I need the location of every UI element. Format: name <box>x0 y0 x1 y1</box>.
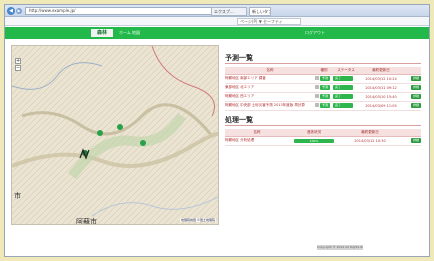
app-header: 森林 ホーム 地図 ログアウト <box>5 27 429 39</box>
row-date: 2014/03/11 09:12 <box>359 83 403 93</box>
marker-icon <box>315 85 319 89</box>
detail-button[interactable]: 詳細 <box>410 138 421 143</box>
map-marker[interactable] <box>117 124 123 130</box>
address-bar[interactable]: http://www.example.jp/ <box>25 7 215 15</box>
row-date: 2014/03/12 10:24 <box>359 74 403 84</box>
browser-menubar: ファイル(F) 編集(E) 表示(V) お気に入り(A) ツール(T) ヘルプ(… <box>5 17 429 33</box>
nav-home[interactable]: ホーム <box>119 27 131 39</box>
row-name: 阿蘇地区 分析処理 <box>225 136 289 146</box>
row-action: 詳細 <box>403 101 421 111</box>
map-terrain <box>12 46 218 224</box>
row-name: 阿蘇地区 南部エリア 調査 <box>225 74 315 84</box>
table-row[interactable]: 阿蘇地区 西エリア 予測 完了 2014/03/10 15:40 詳細 <box>225 92 421 102</box>
row-status: 完了 <box>333 101 359 111</box>
zoom-in-icon[interactable]: + <box>15 58 21 64</box>
map-place-label: 市 <box>14 192 21 200</box>
row-date: 2014/03/10 15:40 <box>359 92 403 102</box>
zoom-out-icon[interactable]: − <box>15 65 21 71</box>
column-header: ステータス <box>333 67 359 75</box>
table-row[interactable]: 東部地区 北エリア 予測 完了 2014/03/11 09:12 詳細 <box>225 83 421 93</box>
row-name: 阿蘇地区 中央部 土砂災害予測 2013年度版 再計算 <box>225 101 315 111</box>
row-action: 詳細 <box>403 74 421 84</box>
column-header: 最終更新日 <box>359 67 403 75</box>
column-header: 進捗状況 <box>289 129 339 137</box>
table-row[interactable]: 阿蘇地区 南部エリア 調査 予測 完了 2014/03/12 10:24 詳細 <box>225 74 421 84</box>
row-status: 完了 <box>333 83 359 93</box>
section-title-processes: 処理一覧 <box>225 116 253 124</box>
detail-button[interactable]: 詳細 <box>410 85 421 90</box>
marker-icon <box>315 103 319 107</box>
map-marker[interactable] <box>97 130 103 136</box>
column-header <box>403 67 421 75</box>
app-logo[interactable]: 森林 <box>91 29 113 37</box>
column-header: 名称 <box>225 129 289 137</box>
row-name: 阿蘇地区 西エリア <box>225 92 315 102</box>
row-name: 東部地区 北エリア <box>225 83 315 93</box>
row-date: 2014/03/12 10:30 <box>339 136 401 146</box>
marker-icon <box>315 94 319 98</box>
row-date: 2014/03/09 11:05 <box>359 101 403 111</box>
map-attribution: 地理院地図 ©国土地理院 <box>180 218 216 222</box>
row-kind: 予測 <box>315 83 333 93</box>
divider <box>225 125 421 126</box>
row-action: 詳細 <box>401 136 421 146</box>
row-status: 完了 <box>333 74 359 84</box>
browser-tab-new[interactable]: 新しいタブ <box>249 7 271 16</box>
row-kind: 予測 <box>315 74 333 84</box>
detail-button[interactable]: 詳細 <box>410 76 421 81</box>
row-action: 詳細 <box>403 92 421 102</box>
browser-window: ◀ ▶ http://www.example.jp/ エクスプ… 新しいタブ フ… <box>4 4 430 257</box>
command-bar[interactable]: ページ(P) ▼ セーフティ <box>237 18 301 25</box>
nav-map[interactable]: 地図 <box>132 27 140 39</box>
detail-button[interactable]: 詳細 <box>410 94 421 99</box>
row-progress: 100% <box>289 136 339 146</box>
column-header <box>401 129 421 137</box>
row-status: 完了 <box>333 92 359 102</box>
divider <box>225 63 421 64</box>
forward-icon[interactable]: ▶ <box>16 8 22 14</box>
back-icon[interactable]: ◀ <box>7 7 15 15</box>
table-row[interactable]: 阿蘇地区 中央部 土砂災害予測 2013年度版 再計算 予測 完了 2014/0… <box>225 101 421 111</box>
column-header: 種別 <box>315 67 333 75</box>
progress-bar: 100% <box>294 138 334 143</box>
logout-link[interactable]: ログアウト <box>305 27 325 39</box>
map-view[interactable]: + − 市 阿蘇市 地理院地図 ©国土地理院 <box>11 45 219 225</box>
row-kind: 予測 <box>315 92 333 102</box>
browser-titlebar: ◀ ▶ http://www.example.jp/ エクスプ… 新しいタブ <box>5 5 429 17</box>
section-title-predictions: 予測一覧 <box>225 54 253 62</box>
processes-table: 名称 進捗状況 最終更新日 阿蘇地区 分析処理 100% 2014/03/12 … <box>225 129 421 146</box>
browser-tab-active[interactable]: エクスプ… <box>211 7 247 16</box>
row-kind: 予測 <box>315 101 333 111</box>
column-header: 名称 <box>225 67 315 75</box>
footer-note: Copyright © 2014 All Rights Reserved. <box>317 245 363 250</box>
column-header: 最終更新日 <box>339 129 401 137</box>
map-place-label: 阿蘇市 <box>76 218 97 225</box>
predictions-table: 名称 種別 ステータス 最終更新日 阿蘇地区 南部エリア 調査 予測 完了 20… <box>225 67 421 111</box>
table-row[interactable]: 阿蘇地区 分析処理 100% 2014/03/12 10:30 詳細 <box>225 136 421 146</box>
row-action: 詳細 <box>403 83 421 93</box>
marker-icon <box>315 76 319 80</box>
map-marker[interactable] <box>140 140 146 146</box>
detail-button[interactable]: 詳細 <box>410 103 421 108</box>
